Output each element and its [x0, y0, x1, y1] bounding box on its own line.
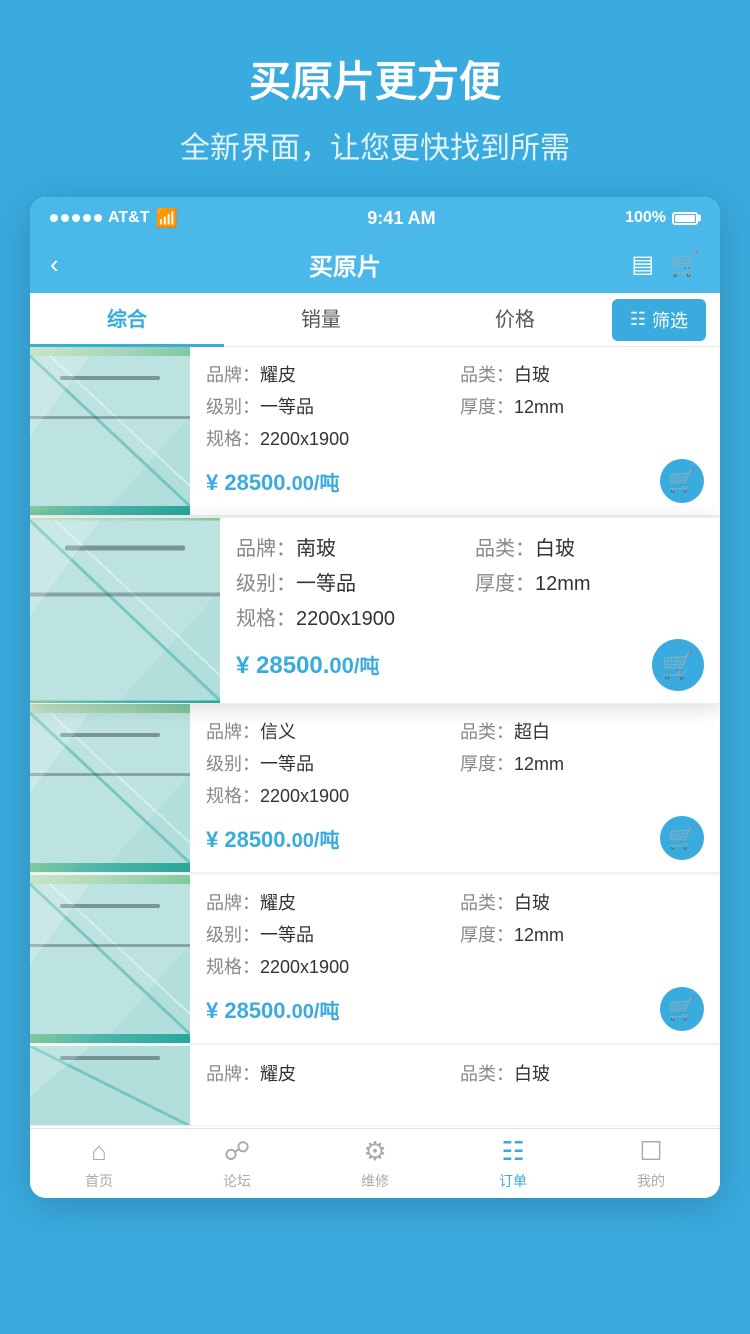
thickness-field: 厚度：12mm: [460, 393, 704, 419]
product-item: 品牌：耀皮 品类：白玻 级别：一等品 厚度：12mm 规格：2200x1900 …: [30, 347, 720, 516]
nav-bar: ‹ 买原片 ▤ 🛒: [30, 237, 720, 293]
carrier-label: AT&T: [108, 209, 149, 227]
product-info: 品牌：南玻 品类：白玻 级别：一等品 厚度：12mm 规格：2200x1900 …: [220, 518, 720, 703]
tab-forum-label: 论坛: [223, 1171, 251, 1191]
product-spec: 规格：2200x1900: [206, 953, 704, 979]
sort-tab-price[interactable]: 价格: [418, 293, 612, 347]
brand-field: 品牌：耀皮: [206, 889, 450, 915]
status-bar: AT&T 📶 9:41 AM 100%: [30, 197, 720, 237]
product-list: 品牌：耀皮 品类：白玻 级别：一等品 厚度：12mm 规格：2200x1900 …: [30, 347, 720, 1126]
home-icon: ⌂: [91, 1136, 107, 1167]
product-meta: 品牌：耀皮 品类：白玻 级别：一等品 厚度：12mm: [206, 361, 704, 419]
nav-icons: ▤ 🛒: [631, 250, 700, 279]
product-price-row: ¥ 28500.00/吨 🛒: [206, 816, 704, 860]
tab-orders[interactable]: ☷ 订单: [444, 1129, 582, 1199]
nav-title: 买原片: [309, 247, 381, 282]
product-price: ¥ 28500.00/吨: [206, 995, 339, 1024]
tab-forum[interactable]: ☍ 论坛: [168, 1129, 306, 1199]
sort-tab-sales[interactable]: 销量: [224, 293, 418, 347]
signal-dots: [50, 214, 102, 222]
brand-field: 品牌：南玻: [236, 532, 465, 561]
product-meta: 品牌：耀皮 品类：白玻: [206, 1060, 704, 1086]
category-field: 品类：白玻: [460, 889, 704, 915]
status-time: 9:41 AM: [367, 208, 435, 229]
category-field: 品类：白玻: [460, 1060, 704, 1086]
mine-icon: ☐: [639, 1136, 662, 1167]
product-price-row: ¥ 28500.00/吨 🛒: [206, 459, 704, 503]
add-to-cart-button[interactable]: 🛒: [660, 816, 704, 860]
product-meta: 品牌：信义 品类：超白 级别：一等品 厚度：12mm: [206, 718, 704, 776]
filter-label: 筛选: [652, 307, 688, 333]
grade-field: 级别：一等品: [206, 393, 450, 419]
grade-field: 级别：一等品: [206, 921, 450, 947]
sort-tab-comprehensive[interactable]: 综合: [30, 293, 224, 347]
promo-subtitle: 全新界面，让您更快找到所需: [40, 123, 710, 167]
filter-button[interactable]: ☷ 筛选: [612, 299, 706, 341]
product-item: 品牌：信义 品类：超白 级别：一等品 厚度：12mm 规格：2200x1900 …: [30, 704, 720, 873]
category-field: 品类：白玻: [460, 361, 704, 387]
sort-bar: 综合 销量 价格 ☷ 筛选: [30, 293, 720, 347]
product-price: ¥ 28500.00/吨: [206, 824, 339, 853]
product-image: [30, 875, 190, 1043]
product-spec: 规格：2200x1900: [206, 782, 704, 808]
tab-home[interactable]: ⌂ 首页: [30, 1129, 168, 1199]
brand-field: 品牌：耀皮: [206, 361, 450, 387]
product-info: 品牌：耀皮 品类：白玻: [190, 1046, 720, 1125]
repair-icon: ⚙: [363, 1136, 386, 1167]
product-info: 品牌：信义 品类：超白 级别：一等品 厚度：12mm 规格：2200x1900 …: [190, 704, 720, 872]
grade-field: 级别：一等品: [206, 750, 450, 776]
brand-field: 品牌：耀皮: [206, 1060, 450, 1086]
tab-repair[interactable]: ⚙ 维修: [306, 1129, 444, 1199]
category-field: 品类：超白: [460, 718, 704, 744]
product-price-row: ¥ 28500.00/吨 🛒: [236, 639, 704, 691]
battery-icon: [672, 212, 700, 225]
add-to-cart-button[interactable]: 🛒: [660, 987, 704, 1031]
product-image: [30, 347, 190, 515]
thickness-field: 厚度：12mm: [460, 921, 704, 947]
product-item-partial: 品牌：耀皮 品类：白玻: [30, 1046, 720, 1126]
tab-repair-label: 维修: [361, 1171, 389, 1191]
status-right: 100%: [625, 209, 700, 227]
forum-icon: ☍: [224, 1136, 250, 1167]
product-price-row: ¥ 28500.00/吨 🛒: [206, 987, 704, 1031]
phone-frame: AT&T 📶 9:41 AM 100% ‹ 买原片 ▤ 🛒 综合 销量 价格 ☷…: [30, 197, 720, 1198]
tab-bar: ⌂ 首页 ☍ 论坛 ⚙ 维修 ☷ 订单 ☐ 我的: [30, 1128, 720, 1198]
product-price: ¥ 28500.00/吨: [236, 650, 379, 680]
category-field: 品类：白玻: [475, 532, 704, 561]
calculator-icon[interactable]: ▤: [631, 250, 654, 279]
product-price: ¥ 28500.00/吨: [206, 467, 339, 496]
product-item: 品牌：耀皮 品类：白玻 级别：一等品 厚度：12mm 规格：2200x1900 …: [30, 875, 720, 1044]
tab-mine-label: 我的: [637, 1171, 665, 1191]
promo-title: 买原片更方便: [40, 48, 710, 109]
back-button[interactable]: ‹: [50, 249, 59, 280]
product-info: 品牌：耀皮 品类：白玻 级别：一等品 厚度：12mm 规格：2200x1900 …: [190, 875, 720, 1043]
tab-orders-label: 订单: [499, 1171, 527, 1191]
product-item-highlighted: 品牌：南玻 品类：白玻 级别：一等品 厚度：12mm 规格：2200x1900 …: [30, 518, 720, 704]
product-spec: 规格：2200x1900: [206, 425, 704, 451]
grade-field: 级别：一等品: [236, 567, 465, 596]
product-image: [30, 1046, 190, 1126]
orders-icon: ☷: [501, 1136, 524, 1167]
product-image: [30, 704, 190, 872]
cart-nav-icon[interactable]: 🛒: [670, 250, 700, 279]
product-spec: 规格：2200x1900: [236, 602, 704, 631]
tab-home-label: 首页: [85, 1171, 113, 1191]
tab-mine[interactable]: ☐ 我的: [582, 1129, 720, 1199]
product-meta: 品牌：耀皮 品类：白玻 级别：一等品 厚度：12mm: [206, 889, 704, 947]
battery-label: 100%: [625, 209, 666, 227]
product-info: 品牌：耀皮 品类：白玻 级别：一等品 厚度：12mm 规格：2200x1900 …: [190, 347, 720, 515]
product-image: [30, 518, 220, 703]
add-to-cart-button[interactable]: 🛒: [660, 459, 704, 503]
thickness-field: 厚度：12mm: [475, 567, 704, 596]
product-meta: 品牌：南玻 品类：白玻 级别：一等品 厚度：12mm: [236, 532, 704, 596]
thickness-field: 厚度：12mm: [460, 750, 704, 776]
wifi-icon: 📶: [155, 208, 177, 229]
status-left: AT&T 📶: [50, 208, 178, 229]
brand-field: 品牌：信义: [206, 718, 450, 744]
promo-area: 买原片更方便 全新界面，让您更快找到所需: [0, 0, 750, 197]
filter-icon: ☷: [630, 309, 646, 330]
add-to-cart-button[interactable]: 🛒: [652, 639, 704, 691]
